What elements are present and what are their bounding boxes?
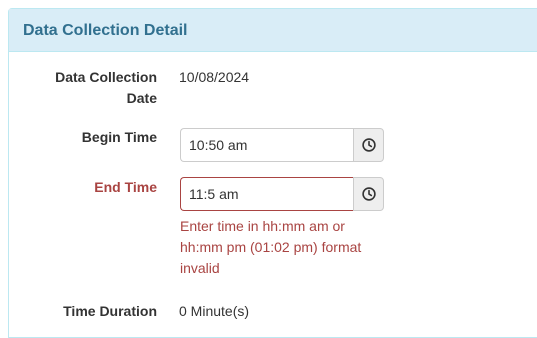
begin-time-label: Begin Time bbox=[81, 129, 157, 145]
collection-date-label-line2: Date bbox=[126, 90, 157, 106]
collection-date-value: 10/08/2024 bbox=[179, 69, 250, 85]
error-line-1: Enter time in hh:mm am or bbox=[180, 218, 345, 234]
end-time-label: End Time bbox=[94, 179, 157, 195]
error-line-3: invalid bbox=[180, 260, 220, 276]
begin-time-input-group: 10:50 am bbox=[180, 128, 384, 162]
end-time-clock-button[interactable] bbox=[353, 177, 384, 211]
error-line-2: hh:mm pm (01:02 pm) format bbox=[180, 239, 362, 255]
collection-date-label-line1: Data Collection bbox=[55, 69, 157, 85]
end-time-input[interactable]: 11:5 am bbox=[180, 177, 354, 211]
data-collection-panel: Data Collection Detail Data Collection D… bbox=[8, 8, 537, 338]
clock-icon bbox=[361, 138, 376, 152]
begin-time-clock-button[interactable] bbox=[353, 128, 384, 162]
begin-time-input[interactable]: 10:50 am bbox=[180, 128, 354, 162]
time-duration-value: 0 Minute(s) bbox=[179, 303, 250, 319]
time-duration-label: Time Duration bbox=[63, 303, 157, 319]
panel-title: Data Collection Detail bbox=[9, 9, 537, 52]
end-time-input-group: 11:5 am bbox=[180, 177, 384, 211]
end-time-error-message: Enter time in hh:mm am or hh:mm pm (01:0… bbox=[180, 216, 390, 279]
clock-icon bbox=[361, 187, 376, 201]
collection-date-label: Data Collection Date bbox=[55, 67, 157, 109]
